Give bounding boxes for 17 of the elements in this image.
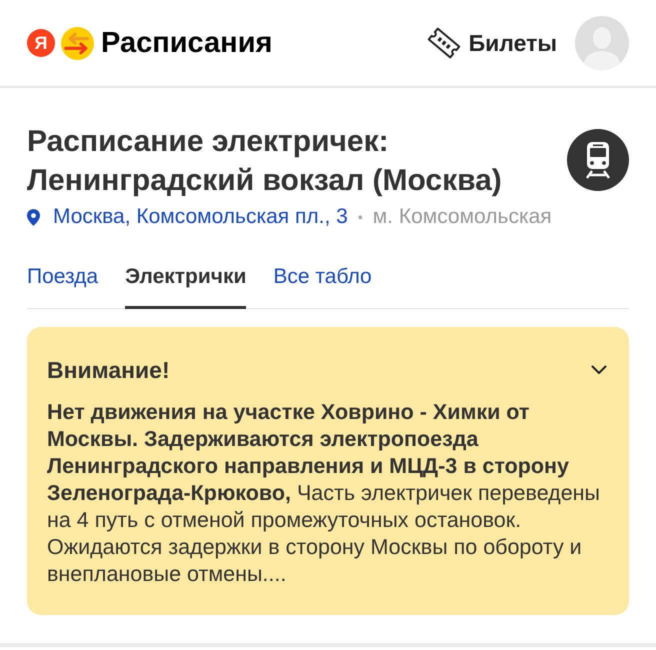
- address-link[interactable]: Москва, Комсомольская пл., 3: [53, 203, 348, 231]
- tickets-link[interactable]: Билеты: [426, 25, 557, 61]
- metro-station: м. Комсомольская: [372, 204, 552, 230]
- train-icon: [567, 129, 629, 191]
- logo-mark[interactable]: Я: [27, 29, 55, 57]
- tab[interactable]: Электрички: [125, 253, 246, 309]
- alert-text: Нет движения на участке Ховрино - Химки от Москвы. Задерживаются электропоезда Ленинградского направления и МЦД-3 в сторону Зеленограда-Крюково, Часть электричек переведены на 4 путь с отменой промежуточных остановок. Ожидаются задержки в сторону Москвы по обороту и внеплановые отмены....: [47, 399, 602, 588]
- ticket-icon: [426, 25, 462, 61]
- chevron-icon[interactable]: [591, 365, 607, 375]
- tab[interactable]: Поезда: [27, 253, 98, 309]
- tab[interactable]: Все табло: [273, 253, 372, 309]
- location-pin-icon: [27, 208, 40, 226]
- station-title: Расписание электричек: Ленинградский вокзал (Москва): [27, 124, 503, 199]
- service-name[interactable]: Расписания: [101, 26, 272, 60]
- alert-title: Внимание!: [47, 356, 170, 384]
- arrows-logo-icon[interactable]: [61, 26, 94, 60]
- separator-dot: •: [358, 208, 363, 227]
